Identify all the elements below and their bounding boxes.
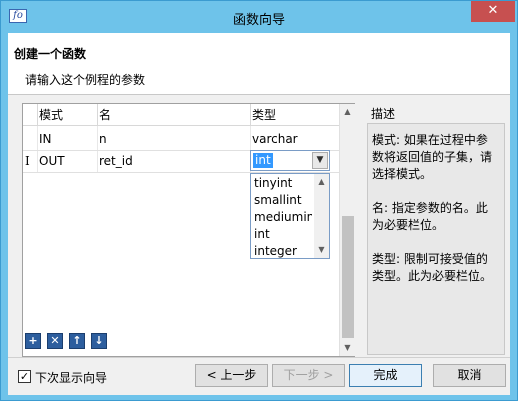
description-type: 类型: 限制可接受值的类型。此为必要栏位。: [372, 252, 493, 283]
delete-parameter-button[interactable]: ✕: [47, 333, 63, 349]
scrollbar-thumb[interactable]: [342, 216, 354, 338]
type-option-tinyint[interactable]: tinyint: [254, 175, 312, 192]
wizard-content: 创建一个函数 请输入这个例程的参数 模式 名 类型 IN n varchar I…: [8, 33, 510, 395]
description-box: 模式: 如果在过程中参数将返回值的子集，请选择模式。 名: 指定参数的名。此为必…: [367, 123, 505, 355]
scroll-down-icon[interactable]: ▼: [340, 340, 355, 356]
column-header-mode[interactable]: 模式: [39, 104, 63, 126]
dropdown-scrollbar[interactable]: ▲ ▼: [314, 174, 329, 258]
column-header-type[interactable]: 类型: [252, 104, 276, 126]
title-bar[interactable]: fo 函数向导 ✕: [1, 1, 517, 33]
type-dropdown-list[interactable]: tinyint smallint mediumint int integer ▲…: [250, 173, 330, 259]
description-name: 名: 指定参数的名。此为必要栏位。: [372, 201, 488, 232]
wizard-header: 创建一个函数 请输入这个例程的参数: [8, 33, 510, 95]
type-option-integer[interactable]: integer: [254, 243, 312, 260]
function-wizard-window: fo 函数向导 ✕ 创建一个函数 请输入这个例程的参数 模式 名 类型 IN n…: [0, 0, 518, 401]
row-edit-indicator: I: [25, 154, 30, 168]
grid-header: 模式 名 类型: [23, 104, 339, 126]
description-mode: 模式: 如果在过程中参数将返回值的子集，请选择模式。: [372, 133, 493, 181]
type-option-int[interactable]: int: [254, 226, 312, 243]
next-button[interactable]: 下一步 >: [272, 364, 345, 387]
column-separator: [37, 104, 38, 126]
param-row-1-name[interactable]: n: [99, 128, 107, 150]
add-parameter-button[interactable]: +: [25, 333, 41, 349]
param-row-1-type[interactable]: varchar: [252, 128, 298, 150]
page-subtitle: 请输入这个例程的参数: [25, 73, 146, 87]
column-separator: [97, 104, 98, 126]
previous-button[interactable]: < 上一步: [195, 364, 268, 387]
window-title: 函数向导: [232, 13, 285, 28]
type-combo-box[interactable]: int ▼: [250, 150, 330, 171]
description-panel: 描述 模式: 如果在过程中参数将返回值的子集，请选择模式。 名: 指定参数的名。…: [361, 103, 507, 357]
move-down-button[interactable]: ↓: [91, 333, 107, 349]
finish-button[interactable]: 完成: [349, 364, 422, 387]
dropdown-scroll-up-icon[interactable]: ▲: [314, 174, 329, 190]
show-wizard-checkbox[interactable]: ✓: [18, 370, 31, 383]
footer-divider: [8, 357, 510, 358]
column-separator: [250, 104, 251, 126]
dropdown-scroll-down-icon[interactable]: ▼: [314, 242, 329, 258]
cancel-button[interactable]: 取消: [433, 364, 506, 387]
param-row-1-mode[interactable]: IN: [39, 128, 52, 150]
combo-dropdown-arrow-icon[interactable]: ▼: [312, 152, 328, 169]
type-option-smallint[interactable]: smallint: [254, 192, 312, 209]
column-header-name[interactable]: 名: [99, 104, 111, 126]
row-indicator-separator: [37, 126, 38, 172]
page-title: 创建一个函数: [14, 47, 87, 61]
column-separator: [97, 126, 98, 172]
description-label: 描述: [371, 107, 396, 121]
close-button[interactable]: ✕: [471, 1, 515, 22]
scroll-up-icon[interactable]: ▲: [340, 104, 355, 120]
move-up-button[interactable]: ↑: [69, 333, 85, 349]
param-row-2-mode[interactable]: OUT: [39, 150, 65, 172]
type-combo-value[interactable]: int: [253, 153, 273, 168]
param-row-2-name[interactable]: ret_id: [99, 150, 133, 172]
type-option-mediumint[interactable]: mediumint: [254, 209, 312, 226]
show-wizard-label[interactable]: 下次显示向导: [35, 369, 107, 386]
grid-vertical-scrollbar[interactable]: ▲ ▼: [339, 104, 355, 356]
